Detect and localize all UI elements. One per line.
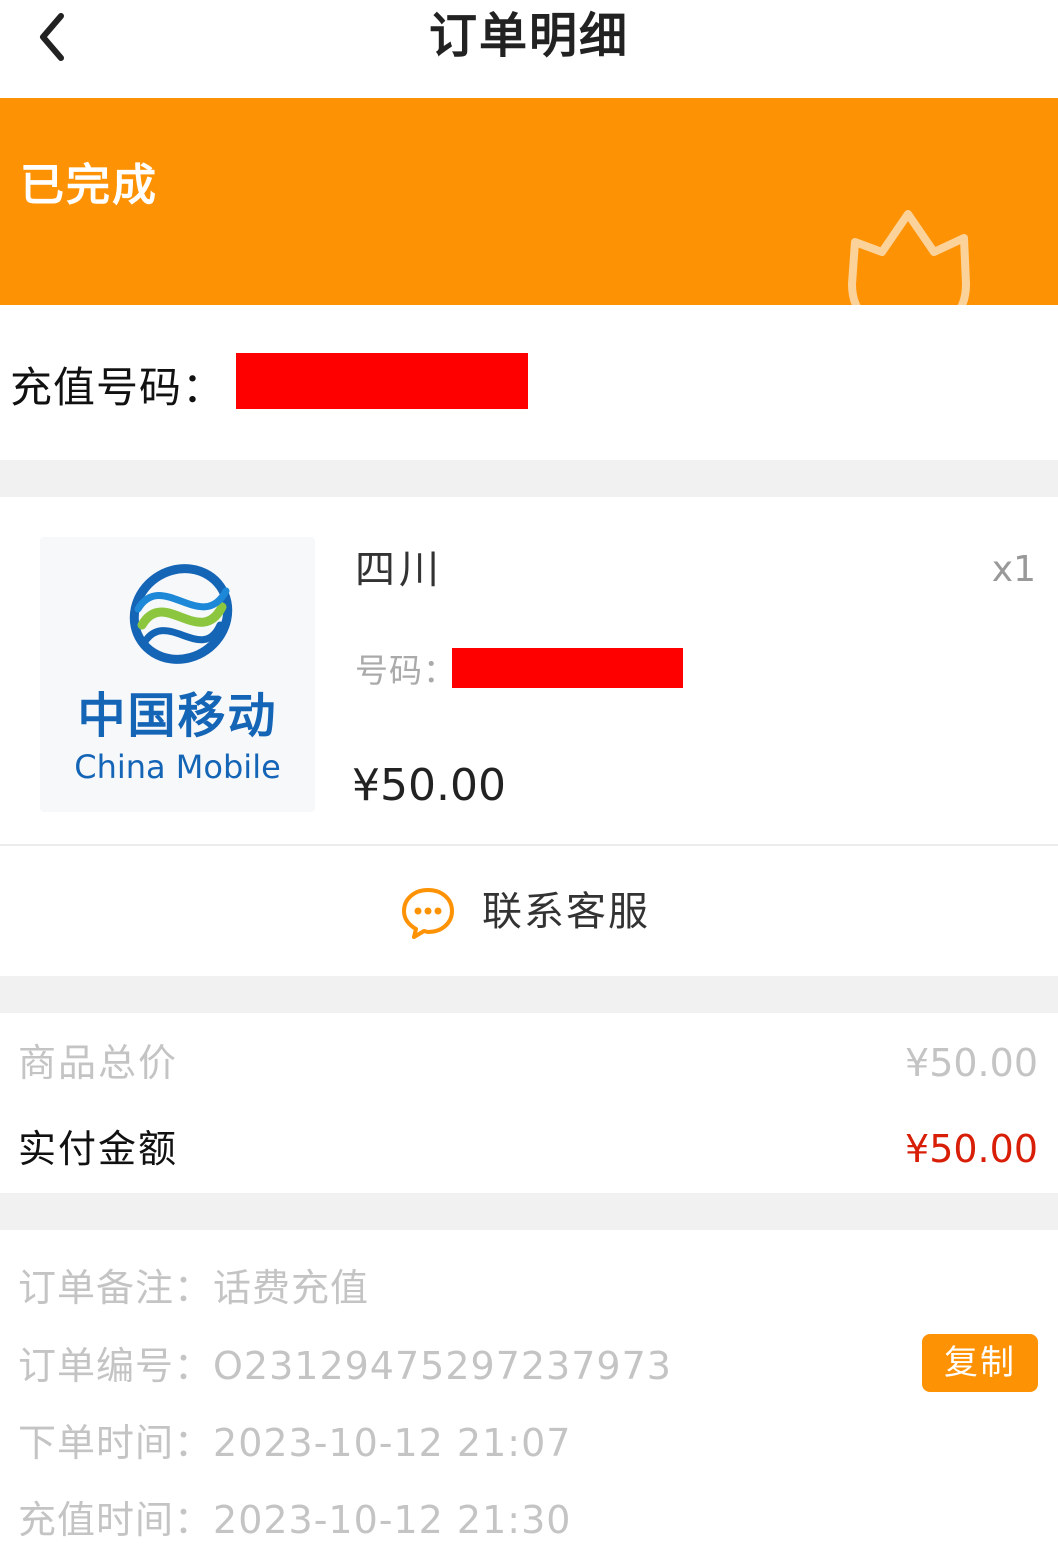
goods-total-label: 商品总价 [18, 1041, 179, 1085]
copy-button[interactable]: 复制 [922, 1334, 1038, 1392]
product-number-label: 号码： [355, 651, 457, 690]
china-mobile-mark-icon [129, 564, 233, 664]
order-remark-label: 订单备注： [18, 1266, 214, 1310]
recharge-time-row: 充值时间：2023-10-12 21:30 [18, 1494, 571, 1546]
order-time-label: 下单时间： [18, 1421, 214, 1465]
product-quantity: x1 [991, 549, 1036, 590]
order-info: 订单备注：话费充值 订单编号：O23129475297237973 复制 下单时… [0, 1230, 1058, 1550]
section-divider [0, 460, 1058, 497]
order-time-row: 下单时间：2023-10-12 21:07 [18, 1417, 571, 1469]
paid-amount-value: ¥50.00 [905, 1127, 1038, 1171]
section-divider [0, 1193, 1058, 1230]
paid-amount-label: 实付金额 [18, 1127, 179, 1171]
status-banner: 已完成 [0, 98, 1058, 366]
section-divider [0, 976, 1058, 1013]
recharge-time-value: 2023-10-12 21:30 [213, 1498, 572, 1542]
order-time-value: 2023-10-12 21:07 [213, 1421, 572, 1465]
recharge-number-redaction [236, 353, 528, 409]
contact-service-label: 联系客服 [482, 889, 650, 935]
product-number-redaction [452, 648, 683, 688]
logo-english-text: China Mobile [74, 748, 281, 786]
recharge-number-label: 充值号码： [10, 363, 226, 412]
order-remark-value: 话费充值 [213, 1266, 370, 1310]
product-price: ¥50.00 [352, 760, 506, 811]
recharge-time-label: 充值时间： [18, 1498, 214, 1542]
product-card: 中国移动 China Mobile 四川 x1 号码： ¥50.00 [0, 497, 1058, 846]
product-name: 四川 [355, 547, 443, 593]
price-summary: 商品总价 ¥50.00 实付金额 ¥50.00 [0, 1013, 1058, 1193]
order-number-value: O23129475297237973 [213, 1344, 672, 1388]
page-title: 订单明细 [428, 8, 629, 64]
recharge-number-row: 充值号码： [0, 305, 1058, 460]
goods-total-row: 商品总价 ¥50.00 [18, 1037, 1038, 1089]
china-mobile-logo: 中国移动 China Mobile [40, 537, 315, 812]
goods-total-value: ¥50.00 [905, 1041, 1038, 1085]
chat-bubble-icon [402, 888, 454, 939]
logo-chinese-text: 中国移动 [77, 688, 278, 744]
paid-amount-row: 实付金额 ¥50.00 [18, 1123, 1038, 1175]
contact-service-button[interactable]: 联系客服 [0, 848, 1058, 976]
order-number-label: 订单编号： [18, 1344, 214, 1388]
order-number-row: 订单编号：O23129475297237973 [18, 1340, 672, 1392]
nav-bar: 订单明细 [0, 0, 1058, 98]
order-status-text: 已完成 [20, 160, 158, 211]
order-remark-row: 订单备注：话费充值 [18, 1262, 369, 1314]
